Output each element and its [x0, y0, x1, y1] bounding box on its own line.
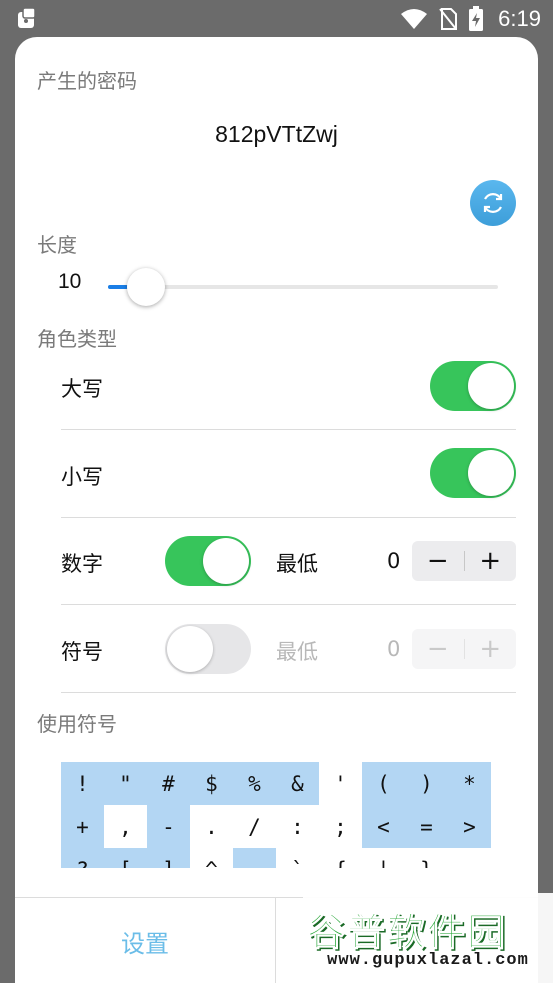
length-slider-track[interactable]: [108, 285, 498, 289]
symbol-key[interactable]: `: [276, 848, 319, 869]
length-label: 长度: [37, 233, 77, 257]
use-symbols-label: 使用符号: [37, 712, 117, 736]
divider: [61, 604, 516, 605]
wifi-icon: [401, 9, 428, 29]
generated-password-label: 产生的密码: [37, 69, 137, 93]
symbol-key[interactable]: ': [319, 762, 362, 805]
symbol-key[interactable]: ,: [104, 805, 147, 848]
divider: [61, 692, 516, 693]
symbol-key[interactable]: .: [190, 805, 233, 848]
app-notification-icon: [18, 7, 36, 28]
length-slider-thumb[interactable]: [127, 268, 165, 306]
symbol-key[interactable]: ~: [448, 848, 491, 869]
symbol-key[interactable]: +: [61, 805, 104, 848]
lowercase-label: 小写: [61, 465, 103, 489]
symbol-key[interactable]: -: [147, 805, 190, 848]
battery-charging-icon: [469, 6, 484, 31]
symbol-key[interactable]: &: [276, 762, 319, 805]
digits-min-label: 最低: [276, 552, 318, 576]
symbols-increment-button[interactable]: +: [464, 629, 516, 669]
divider: [61, 429, 516, 430]
symbol-key[interactable]: =: [405, 805, 448, 848]
symbols-label: 符号: [61, 640, 103, 664]
digits-label: 数字: [61, 552, 103, 576]
symbol-key[interactable]: ;: [319, 805, 362, 848]
symbol-key[interactable]: ): [405, 762, 448, 805]
symbol-key[interactable]: *: [448, 762, 491, 805]
symbol-key[interactable]: (: [362, 762, 405, 805]
symbol-key[interactable]: ?: [61, 848, 104, 868]
digits-increment-button[interactable]: +: [464, 541, 516, 581]
symbols-toggle[interactable]: [165, 624, 251, 674]
digits-decrement-button[interactable]: −: [412, 541, 464, 581]
symbol-key[interactable]: {: [319, 848, 362, 869]
no-sim-icon: [439, 8, 458, 30]
symbols-min-stepper: − +: [412, 629, 516, 669]
symbol-key[interactable]: ^: [190, 848, 233, 869]
uppercase-label: 大写: [61, 377, 103, 401]
watermark-url: www.gupuxlazal.com: [327, 951, 529, 970]
symbol-key[interactable]: <: [362, 805, 405, 848]
symbol-key[interactable]: #: [147, 762, 190, 805]
symbol-key[interactable]: %: [233, 762, 276, 805]
watermark-title: 谷普软件园: [306, 910, 508, 955]
generated-password[interactable]: 812pVTtZwj: [15, 121, 538, 148]
symbol-key[interactable]: >: [448, 805, 491, 848]
symbol-key[interactable]: !: [61, 762, 104, 805]
uppercase-toggle[interactable]: [430, 361, 516, 411]
symbols-min-label: 最低: [276, 640, 318, 664]
symbol-key[interactable]: ]: [147, 848, 190, 868]
digits-toggle[interactable]: [165, 536, 251, 586]
status-bar: 6:19: [0, 0, 553, 38]
divider: [61, 517, 516, 518]
character-type-label: 角色类型: [37, 327, 117, 351]
watermark: 谷普软件园 www.gupuxlazal.com: [303, 893, 553, 983]
digits-min-stepper: − +: [412, 541, 516, 581]
symbol-key[interactable]: |: [362, 848, 405, 869]
symbol-key[interactable]: ": [104, 762, 147, 805]
symbol-key[interactable]: }: [405, 848, 448, 869]
length-value: 10: [58, 270, 82, 293]
symbols-min-value: 0: [387, 637, 401, 661]
symbol-key[interactable]: _: [233, 848, 276, 868]
symbol-grid: !"#$%&'()* +,-./:;<=>?[]^_`{|}~: [61, 762, 491, 868]
clock-time: 6:19: [498, 6, 541, 31]
refresh-icon: [483, 193, 503, 213]
symbols-decrement-button[interactable]: −: [412, 629, 464, 669]
symbol-key[interactable]: $: [190, 762, 233, 805]
symbol-key[interactable]: [: [104, 848, 147, 868]
digits-min-value: 0: [387, 549, 401, 573]
refresh-button[interactable]: [470, 180, 516, 226]
set-button[interactable]: 设置: [15, 898, 275, 983]
symbol-key[interactable]: /: [233, 805, 276, 848]
symbol-key[interactable]: :: [276, 805, 319, 848]
password-generator-dialog: 产生的密码 812pVTtZwj 长度 10 角色类型 大写 小写 数字 最低 …: [15, 37, 538, 983]
length-slider-fill: [108, 285, 128, 289]
lowercase-toggle[interactable]: [430, 448, 516, 498]
